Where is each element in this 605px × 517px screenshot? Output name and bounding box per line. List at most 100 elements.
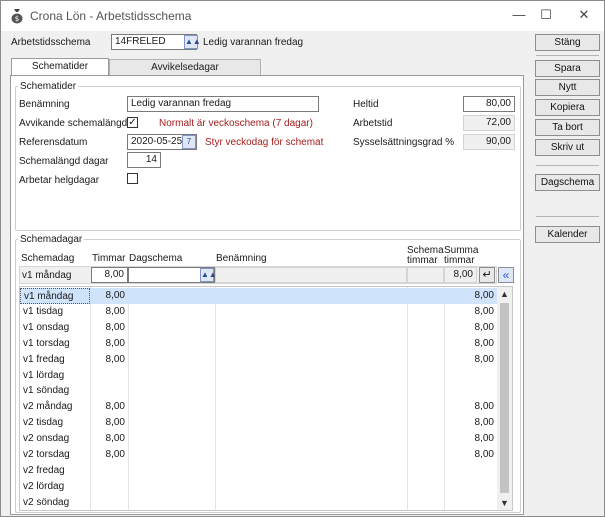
dagschema-lookup-icon[interactable]: ▲▲ bbox=[200, 268, 217, 282]
cell-timmar bbox=[90, 368, 128, 384]
avvikande-note: Normalt är veckoschema (7 dagar) bbox=[159, 118, 313, 129]
heltid-input[interactable]: 80,00 bbox=[463, 96, 515, 112]
avvikande-label: Avvikande schemalängd bbox=[19, 118, 128, 129]
col-header-schemadag[interactable]: Schemadag bbox=[21, 254, 74, 264]
collapse-button[interactable]: « bbox=[498, 267, 514, 283]
scroll-up-icon[interactable]: ▲ bbox=[497, 287, 512, 301]
edit-row-schemadag: v1 måndag bbox=[22, 270, 72, 281]
save-button[interactable]: Spara bbox=[535, 60, 600, 77]
sidebar-divider bbox=[536, 55, 599, 56]
col-header-benamning[interactable]: Benämning bbox=[216, 254, 267, 264]
table-row[interactable]: v1 måndag 8,00 8,00 bbox=[20, 288, 498, 304]
table-row[interactable]: v2 torsdag 8,00 8,00 bbox=[20, 447, 498, 463]
schema-lookup-icon[interactable]: ▲▲ bbox=[184, 35, 201, 49]
cell-timmar bbox=[90, 383, 128, 399]
tab-schematider[interactable]: Schematider bbox=[11, 58, 109, 76]
maximize-button[interactable]: ☐ bbox=[532, 5, 560, 25]
schematider-group-title: Schematider bbox=[18, 81, 79, 92]
col-header-summa-timmar-2[interactable]: timmar bbox=[444, 256, 475, 266]
sidebar-divider bbox=[536, 216, 599, 217]
cell-schemadag: v1 tisdag bbox=[23, 305, 64, 317]
table-row[interactable]: v1 söndag bbox=[20, 383, 498, 399]
cell-timmar: 8,00 bbox=[105, 401, 125, 413]
cell-summa-timmar bbox=[444, 463, 497, 479]
cell-timmar: 8,00 bbox=[105, 449, 125, 460]
arbetstid-label: Arbetstid bbox=[353, 118, 393, 129]
edit-row-schema-timmar-field bbox=[407, 267, 444, 283]
cell-schemadag: v1 lördag bbox=[23, 369, 65, 381]
schemalangd-input[interactable]: 14 bbox=[127, 152, 161, 168]
cell-summa-timmar bbox=[444, 495, 497, 510]
referensdatum-label: Referensdatum bbox=[19, 137, 88, 148]
table-row[interactable]: v2 fredag bbox=[20, 463, 498, 479]
window-title: Crona Lön - Arbetstidsschema bbox=[30, 9, 192, 23]
cell-timmar: 8,00 bbox=[105, 321, 125, 333]
close-window-button[interactable]: Stäng bbox=[535, 34, 600, 51]
app-window: $ Crona Lön - Arbetstidsschema — ☐ ✕ Arb… bbox=[0, 0, 605, 517]
svg-text:$: $ bbox=[15, 15, 19, 23]
day-schema-button[interactable]: Dagschema bbox=[535, 174, 600, 191]
table-row[interactable]: v1 fredag 8,00 8,00 bbox=[20, 352, 498, 368]
table-row[interactable]: v2 måndag 8,00 8,00 bbox=[20, 399, 498, 415]
title-bar[interactable]: $ Crona Lön - Arbetstidsschema — ☐ ✕ bbox=[1, 1, 604, 31]
cell-schemadag: v2 lördag bbox=[23, 480, 65, 492]
minimize-button[interactable]: — bbox=[505, 5, 533, 25]
cell-summa-timmar: 8,00 bbox=[474, 321, 494, 333]
cell-schemadag: v2 torsdag bbox=[23, 449, 70, 460]
cell-schemadag: v1 fredag bbox=[23, 353, 65, 365]
arbetstid-value: 72,00 bbox=[463, 115, 515, 131]
cell-schemadag: v1 måndag bbox=[20, 288, 90, 304]
table-row[interactable]: v1 onsdag 8,00 8,00 bbox=[20, 320, 498, 336]
helgdagar-checkbox[interactable] bbox=[127, 173, 138, 184]
table-row[interactable]: v2 onsdag 8,00 8,00 bbox=[20, 431, 498, 447]
calendar-picker-icon[interactable]: 7 bbox=[182, 135, 196, 149]
cell-summa-timmar: 8,00 bbox=[474, 290, 494, 301]
cell-summa-timmar: 8,00 bbox=[474, 353, 494, 365]
edit-row-benamning-field bbox=[215, 267, 407, 283]
cell-summa-timmar: 8,00 bbox=[474, 417, 494, 429]
new-button[interactable]: Nytt bbox=[535, 79, 600, 96]
sidebar-divider bbox=[536, 165, 599, 166]
cell-schemadag: v1 onsdag bbox=[23, 321, 70, 333]
table-row[interactable]: v1 tisdag 8,00 8,00 bbox=[20, 304, 498, 320]
cell-summa-timmar: 8,00 bbox=[474, 449, 494, 460]
table-row[interactable]: v2 tisdag 8,00 8,00 bbox=[20, 415, 498, 431]
cell-summa-timmar: 8,00 bbox=[474, 401, 494, 413]
col-header-schema-timmar-2[interactable]: timmar bbox=[407, 256, 438, 266]
table-row[interactable]: v2 söndag bbox=[20, 495, 498, 510]
schemalangd-label: Schemalängd dagar bbox=[19, 156, 109, 167]
col-header-dagschema[interactable]: Dagschema bbox=[129, 254, 182, 264]
scroll-down-icon[interactable]: ▼ bbox=[497, 496, 512, 510]
enter-row-button[interactable]: ↵ bbox=[479, 267, 495, 283]
schemadagar-grid: v1 måndag 8,00 8,00 v1 tisdag 8,00 8,00 v1 ons… bbox=[19, 286, 513, 511]
schemadagar-group-title: Schemadagar bbox=[18, 234, 85, 245]
calendar-button[interactable]: Kalender bbox=[535, 226, 600, 243]
benamning-label: Benämning bbox=[19, 99, 70, 110]
col-header-timmar[interactable]: Timmar bbox=[92, 254, 126, 264]
syssel-value: 90,00 bbox=[463, 134, 515, 150]
grid-scrollbar[interactable]: ▲ ▼ bbox=[497, 287, 512, 510]
table-row[interactable]: v1 torsdag 8,00 8,00 bbox=[20, 336, 498, 352]
print-button[interactable]: Skriv ut bbox=[535, 139, 600, 156]
table-row[interactable]: v2 lördag bbox=[20, 479, 498, 495]
table-row[interactable]: v1 lördag bbox=[20, 368, 498, 384]
heltid-label: Heltid bbox=[353, 99, 379, 110]
benamning-input[interactable]: Ledig varannan fredag bbox=[127, 96, 319, 112]
cell-summa-timmar bbox=[444, 383, 497, 399]
copy-button[interactable]: Kopiera bbox=[535, 99, 600, 116]
cell-summa-timmar: 8,00 bbox=[474, 305, 494, 317]
helgdagar-label: Arbetar helgdagar bbox=[19, 175, 100, 186]
cell-timmar: 8,00 bbox=[105, 290, 125, 301]
cell-schemadag: v2 fredag bbox=[23, 464, 65, 476]
avvikande-checkbox[interactable]: ✓ bbox=[127, 117, 138, 128]
cell-schemadag: v1 söndag bbox=[23, 385, 70, 397]
cell-timmar: 8,00 bbox=[105, 353, 125, 365]
cell-timmar: 8,00 bbox=[105, 337, 125, 349]
scroll-thumb[interactable] bbox=[500, 303, 509, 493]
delete-button[interactable]: Ta bort bbox=[535, 119, 600, 136]
edit-row-timmar-input[interactable]: 8,00 bbox=[91, 267, 128, 283]
close-button[interactable]: ✕ bbox=[570, 5, 598, 25]
tab-avvikelsedagar[interactable]: Avvikelsedagar bbox=[109, 59, 261, 75]
cell-schemadag: v2 onsdag bbox=[23, 433, 70, 445]
cell-summa-timmar bbox=[444, 479, 497, 495]
